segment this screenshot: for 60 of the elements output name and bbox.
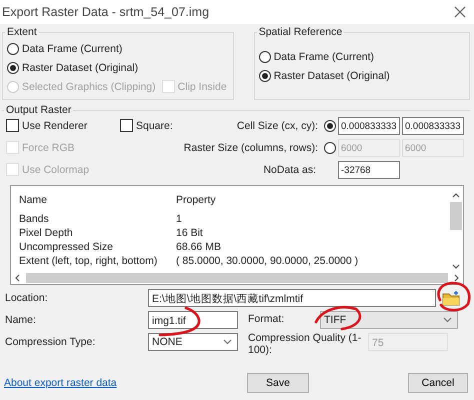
checkbox-label: Force RGB xyxy=(22,142,75,154)
save-button[interactable]: Save xyxy=(247,373,309,393)
field-label: Compression Quality (1-100): xyxy=(248,333,362,357)
input-field[interactable]: -32768 xyxy=(338,160,400,178)
input-field[interactable]: 0.000833333 xyxy=(402,116,464,134)
table-cell-text: 68.66 MB xyxy=(176,241,222,253)
checkbox-label: Use Renderer xyxy=(22,120,88,132)
checkbox[interactable] xyxy=(120,119,133,132)
close-icon[interactable] xyxy=(454,6,466,18)
table-cell-text: 1 xyxy=(176,213,183,225)
radio-label: Raster Dataset (Original) xyxy=(274,70,390,82)
column-header: Property xyxy=(176,194,217,206)
field-label: NoData as: xyxy=(262,164,317,176)
table-cell-text: Pixel Depth xyxy=(19,227,74,239)
table-cell-text: 16 Bit xyxy=(176,227,204,239)
chevron-down-icon xyxy=(443,317,452,323)
radio-label: Selected Graphics (Clipping) xyxy=(22,80,156,92)
field-label: Compression Type: xyxy=(5,336,96,348)
radio-button[interactable] xyxy=(324,142,336,154)
help-link[interactable]: About export raster data xyxy=(4,377,247,389)
window-title: Export Raster Data - srtm_54_07.img xyxy=(2,5,210,19)
table-cell-text: Uncompressed Size xyxy=(19,241,114,253)
scroll-right-icon[interactable] xyxy=(454,274,460,282)
radio-label: Cell Size (cx, cy): xyxy=(236,120,318,132)
cancel-button[interactable]: Cancel xyxy=(408,373,468,393)
scroll-left-icon[interactable] xyxy=(14,274,20,282)
radio-button[interactable] xyxy=(7,42,19,54)
hand-drawn-mark xyxy=(437,282,470,312)
radio-label: Raster Size (columns, rows): xyxy=(184,142,318,154)
field-label: Location: xyxy=(5,292,49,304)
input-field[interactable]: E:\地图\地图数据\西藏tif\zmlmtif xyxy=(148,289,436,307)
compression-dropdown[interactable]: NONE xyxy=(148,333,238,351)
input-field[interactable]: 0.000833333 xyxy=(338,116,400,134)
table-cell-text: Extent (left, top, right, bottom) xyxy=(19,255,158,267)
format-dropdown[interactable]: TIFF xyxy=(320,311,458,329)
radio-label: Data Frame (Current) xyxy=(22,42,122,54)
radio-button[interactable] xyxy=(7,62,19,74)
group-label: Output Raster xyxy=(5,104,72,116)
input-field[interactable]: img1.tif xyxy=(148,311,238,329)
hand-drawn-mark xyxy=(314,306,362,330)
radio-button[interactable] xyxy=(324,120,336,132)
scroll-down-icon[interactable] xyxy=(452,264,460,270)
radio-button[interactable] xyxy=(258,70,271,82)
group-label: Spatial Reference xyxy=(258,26,344,38)
checkbox-label: Clip Inside xyxy=(178,80,227,92)
checkbox-label: Square: xyxy=(136,120,173,132)
checkbox[interactable] xyxy=(6,119,19,132)
field-label: Name: xyxy=(5,314,37,326)
folder-icon[interactable] xyxy=(442,290,460,306)
scroll-up-icon[interactable] xyxy=(452,192,460,198)
group-label: Extent xyxy=(6,26,38,38)
radio-label: Raster Dataset (Original) xyxy=(22,62,138,74)
table-cell-text: Bands xyxy=(19,213,50,225)
table-cell-text: ( 85.0000, 30.0000, 90.0000, 25.0000 ) xyxy=(176,255,360,267)
radio-button[interactable] xyxy=(258,50,271,62)
radio-label: Data Frame (Current) xyxy=(274,50,374,62)
field-label: Format: xyxy=(248,314,286,326)
column-header: Name xyxy=(19,194,48,206)
checkbox-label: Use Colormap xyxy=(22,164,90,176)
chevron-down-icon xyxy=(223,339,232,345)
